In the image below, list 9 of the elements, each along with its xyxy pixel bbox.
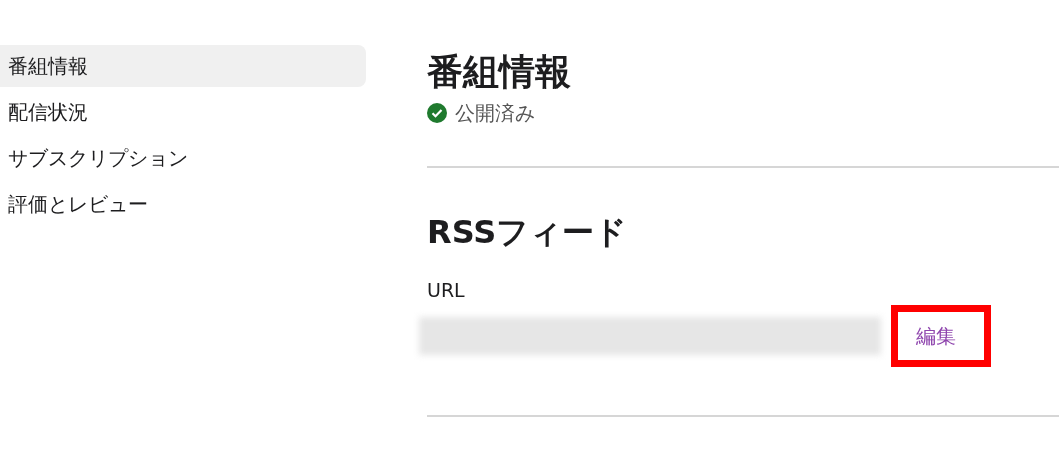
sidebar-item[interactable]: 評価とレビュー	[0, 183, 366, 225]
sidebar-item[interactable]: サブスクリプション	[0, 137, 366, 179]
sidebar-item[interactable]: 配信状況	[0, 91, 366, 133]
status-text: 公開済み	[455, 100, 535, 127]
section-title: RSSフィード	[427, 212, 629, 253]
page-title: 番組情報	[427, 50, 572, 94]
sidebar-item[interactable]: 番組情報	[0, 45, 366, 87]
field-label: URL	[427, 278, 466, 303]
edit-link[interactable]: 編集	[891, 304, 991, 367]
